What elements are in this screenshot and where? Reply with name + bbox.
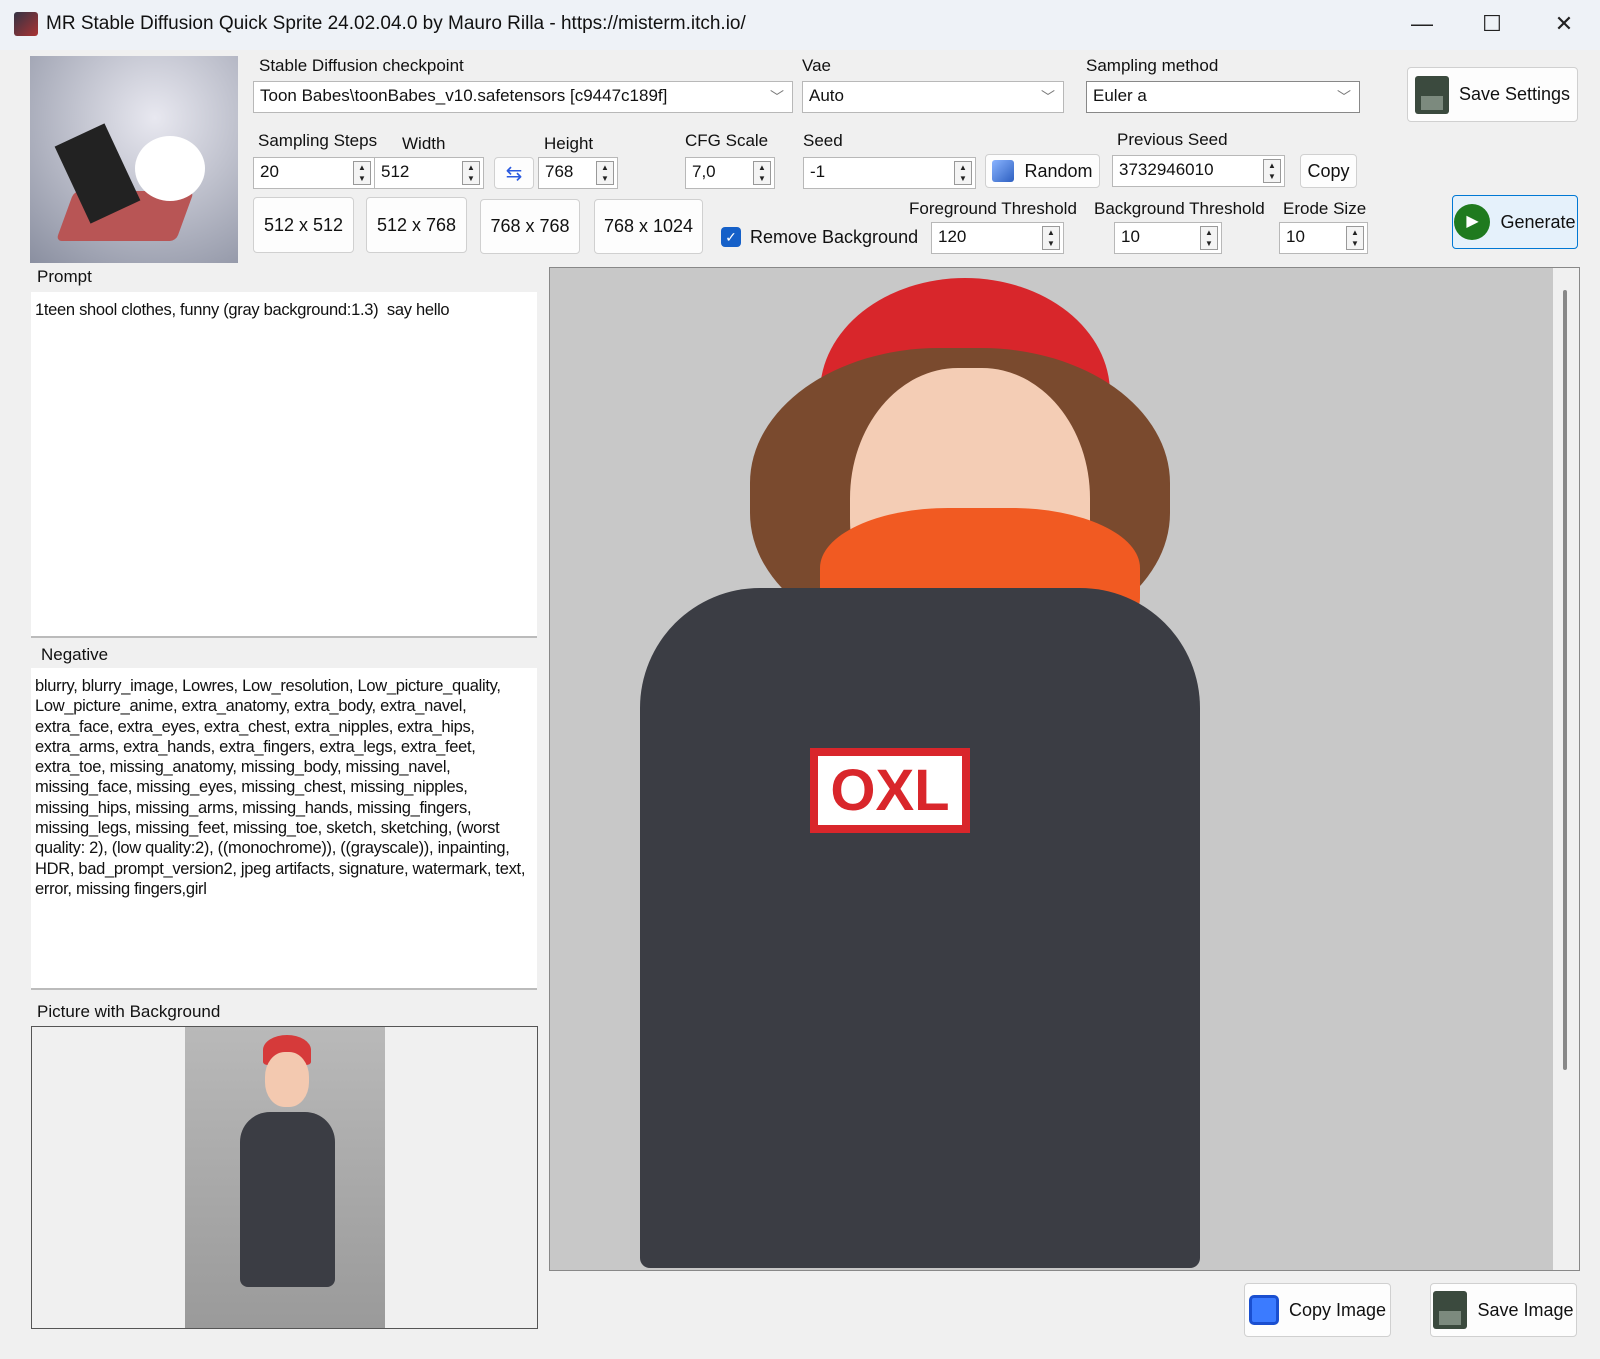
- width-label: Width: [402, 134, 446, 153]
- checkpoint-label: Stable Diffusion checkpoint: [259, 56, 464, 75]
- height-label: Height: [544, 134, 594, 153]
- spinner-arrows-icon[interactable]: ▲ ▼: [753, 161, 771, 185]
- size-preset-512x512[interactable]: 512 x 512: [253, 197, 354, 253]
- height-input[interactable]: 768 ▲ ▼: [538, 157, 618, 189]
- seed-label: Seed: [803, 131, 843, 150]
- sampling-method-select[interactable]: Euler a ﹀: [1086, 81, 1360, 113]
- prompt-label: Prompt: [37, 267, 92, 286]
- copy-seed-button[interactable]: Copy: [1300, 154, 1357, 188]
- floppy-disk-icon: [1414, 75, 1449, 114]
- chevron-down-icon: ﹀: [1041, 89, 1055, 105]
- sampling-steps-value: 20: [260, 162, 279, 181]
- swap-dimensions-button[interactable]: ⇆: [494, 157, 534, 189]
- background-preview-image: [185, 1027, 385, 1328]
- app-icon: [14, 12, 38, 36]
- size-preset-512x768[interactable]: 512 x 768: [366, 197, 467, 253]
- foreground-threshold-value: 120: [938, 227, 967, 246]
- face-shape: [265, 1052, 309, 1107]
- foreground-threshold-input[interactable]: 120 ▲ ▼: [931, 222, 1064, 254]
- erode-size-label: Erode Size: [1283, 199, 1367, 218]
- erode-size-value: 10: [1286, 227, 1305, 246]
- sampling-method-label: Sampling method: [1086, 56, 1219, 75]
- save-settings-label: Save Settings: [1458, 84, 1571, 104]
- save-image-button[interactable]: Save Image: [1430, 1283, 1577, 1337]
- foreground-threshold-label: Foreground Threshold: [909, 199, 1077, 218]
- prompt-textarea[interactable]: 1teen shool clothes, funny (gray backgro…: [31, 292, 537, 638]
- remove-background-label[interactable]: Remove Background: [750, 227, 918, 248]
- save-settings-button[interactable]: Save Settings: [1407, 67, 1578, 122]
- generate-button[interactable]: ▶ Generate: [1452, 195, 1578, 249]
- seed-input[interactable]: -1 ▲ ▼: [803, 157, 976, 189]
- spinner-arrows-icon[interactable]: ▲ ▼: [954, 161, 972, 185]
- width-value: 512: [381, 162, 410, 181]
- vae-select[interactable]: Auto ﹀: [802, 81, 1064, 113]
- spinner-arrows-icon[interactable]: ▲ ▼: [596, 161, 614, 185]
- background-threshold-label: Background Threshold: [1094, 199, 1265, 218]
- chevron-down-icon: ﹀: [1337, 89, 1351, 105]
- previous-seed-value: 3732946010: [1119, 160, 1214, 179]
- copy-icon: [1248, 1295, 1279, 1325]
- window-title: MR Stable Diffusion Quick Sprite 24.02.0…: [46, 13, 746, 34]
- negative-label: Negative: [41, 645, 109, 664]
- background-threshold-value: 10: [1121, 227, 1140, 246]
- generated-sprite-image: OXL: [550, 268, 1553, 1270]
- play-icon: ▶: [1454, 204, 1491, 240]
- cfg-scale-value: 7,0: [692, 162, 716, 181]
- copy-image-label: Copy Image: [1288, 1299, 1387, 1320]
- seed-value: -1: [810, 162, 826, 181]
- random-label: Random: [1024, 160, 1093, 181]
- close-button[interactable]: ✕: [1544, 8, 1584, 40]
- width-input[interactable]: 512 ▲ ▼: [374, 157, 484, 189]
- checkpoint-value: Toon Babes\toonBabes_v10.safetensors [c9…: [260, 86, 668, 105]
- swap-arrows-icon: ⇆: [505, 162, 523, 185]
- spinner-arrows-icon[interactable]: ▲ ▼: [1200, 226, 1218, 250]
- generate-label: Generate: [1500, 211, 1576, 232]
- spinner-arrows-icon[interactable]: ▲ ▼: [462, 161, 480, 185]
- cfg-scale-label: CFG Scale: [685, 131, 769, 150]
- maximize-button[interactable]: ☐: [1472, 8, 1512, 40]
- vae-value: Auto: [809, 86, 844, 105]
- spinner-arrows-icon[interactable]: ▲ ▼: [1346, 226, 1364, 250]
- checkpoint-select[interactable]: Toon Babes\toonBabes_v10.safetensors [c9…: [253, 81, 793, 113]
- picture-with-background-label: Picture with Background: [37, 1002, 221, 1021]
- dice-icon: [992, 160, 1015, 182]
- app-logo-image: [30, 56, 238, 263]
- previous-seed-label: Previous Seed: [1117, 130, 1228, 149]
- chevron-down-icon: ﹀: [770, 89, 784, 105]
- sampling-steps-input[interactable]: 20 ▲ ▼: [253, 157, 375, 189]
- logo-bunny: [135, 136, 205, 201]
- previous-seed-input[interactable]: 3732946010 ▲ ▼: [1112, 155, 1285, 187]
- spinner-arrows-icon[interactable]: ▲ ▼: [1042, 226, 1060, 250]
- sampling-steps-label: Sampling Steps: [258, 131, 378, 150]
- floppy-disk-icon: [1433, 1291, 1468, 1329]
- vertical-scrollbar[interactable]: [1563, 290, 1567, 1070]
- save-image-label: Save Image: [1477, 1299, 1574, 1320]
- hoodie-logo: OXL: [810, 748, 970, 833]
- picture-with-background-panel: [31, 1026, 538, 1329]
- vae-label: Vae: [802, 56, 831, 75]
- negative-textarea[interactable]: blurry, blurry_image, Lowres, Low_resolu…: [31, 668, 537, 990]
- sampling-method-value: Euler a: [1093, 86, 1147, 105]
- random-seed-button[interactable]: Random: [985, 154, 1100, 188]
- height-value: 768: [545, 162, 574, 181]
- hoodie-shape: [240, 1112, 335, 1287]
- remove-background-checkbox[interactable]: ✓: [721, 227, 741, 247]
- size-preset-768x768[interactable]: 768 x 768: [480, 199, 580, 254]
- main-image-panel: OXL: [549, 267, 1580, 1271]
- copy-image-button[interactable]: Copy Image: [1244, 1283, 1391, 1337]
- size-preset-768x1024[interactable]: 768 x 1024: [594, 199, 703, 254]
- background-threshold-input[interactable]: 10 ▲ ▼: [1114, 222, 1222, 254]
- minimize-button[interactable]: —: [1402, 8, 1442, 40]
- hoodie-shape: [640, 588, 1200, 1268]
- erode-size-input[interactable]: 10 ▲ ▼: [1279, 222, 1368, 254]
- spinner-arrows-icon[interactable]: ▲ ▼: [353, 161, 371, 185]
- spinner-arrows-icon[interactable]: ▲ ▼: [1263, 159, 1281, 183]
- cfg-scale-input[interactable]: 7,0 ▲ ▼: [685, 157, 775, 189]
